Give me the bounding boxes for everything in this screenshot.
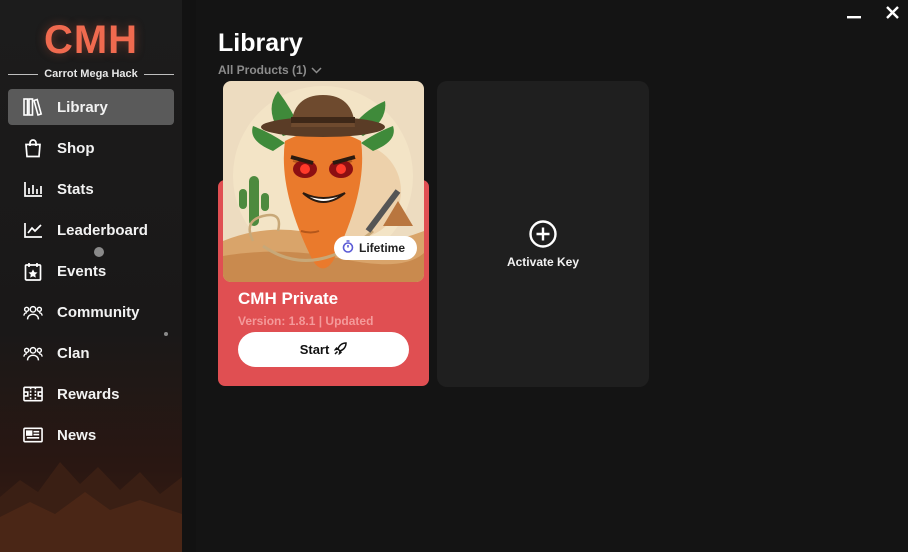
- shopping-bag-icon: [23, 138, 43, 158]
- sidebar-item-label: News: [57, 426, 97, 444]
- start-label: Start: [299, 342, 330, 357]
- minimize-button[interactable]: [844, 6, 864, 24]
- sidebar-item-community[interactable]: Community: [8, 294, 174, 330]
- sidebar-item-label: Rewards: [57, 385, 120, 403]
- sidebar-item-label: Leaderboard: [57, 221, 148, 239]
- users-group-icon: [23, 343, 43, 363]
- trend-line-icon: [23, 220, 43, 240]
- sidebar-item-news[interactable]: News: [8, 417, 174, 453]
- sidebar: CMH Carrot Mega Hack Library Shop Stats …: [0, 0, 182, 552]
- close-icon: [885, 6, 899, 24]
- bar-chart-icon: [23, 179, 43, 199]
- stopwatch-icon: [342, 240, 354, 256]
- sidebar-item-library[interactable]: Library: [8, 89, 174, 125]
- close-button[interactable]: [882, 6, 902, 24]
- books-icon: [23, 97, 43, 117]
- sidebar-item-clan[interactable]: Clan: [8, 335, 174, 371]
- app-logo: CMH: [43, 18, 139, 62]
- sidebar-item-label: Clan: [57, 344, 90, 362]
- products-filter-dropdown[interactable]: All Products (1): [218, 63, 322, 77]
- page-title: Library: [218, 29, 303, 57]
- badge-label: Lifetime: [359, 241, 406, 255]
- rocket-icon: [334, 341, 348, 358]
- sidebar-item-label: Events: [57, 262, 107, 280]
- activate-key-card[interactable]: Activate Key: [437, 81, 649, 387]
- lifetime-badge: Lifetime: [334, 236, 417, 260]
- filter-label: All Products (1): [218, 63, 307, 77]
- sidebar-item-events[interactable]: Events: [8, 253, 174, 289]
- sidebar-item-label: Library: [57, 98, 108, 116]
- sidebar-item-label: Shop: [57, 139, 95, 157]
- decorative-dot: [164, 332, 168, 336]
- calendar-star-icon: [23, 261, 43, 281]
- sidebar-item-label: Stats: [57, 180, 94, 198]
- decorative-dot: [94, 247, 104, 257]
- minimize-icon: [847, 6, 861, 24]
- start-button[interactable]: Start: [238, 332, 409, 367]
- app-subtitle: Carrot Mega Hack: [8, 66, 175, 82]
- sidebar-item-label: Community: [57, 303, 140, 321]
- chevron-down-icon: [311, 63, 322, 77]
- sidebar-nav: Library Shop Stats Leaderboard Events Co…: [8, 89, 174, 458]
- sidebar-item-rewards[interactable]: Rewards: [8, 376, 174, 412]
- sidebar-item-leaderboard[interactable]: Leaderboard: [8, 212, 174, 248]
- app-window: CMH Carrot Mega Hack Library Shop Stats …: [0, 0, 908, 552]
- main-content: Library All Products (1) Lifetime CMH Pr…: [182, 0, 908, 552]
- activate-key-label: Activate Key: [506, 255, 580, 269]
- product-name: CMH Private: [238, 289, 339, 308]
- users-group-icon: [23, 302, 43, 322]
- newspaper-icon: [23, 425, 43, 445]
- plus-circle-icon: [528, 219, 558, 249]
- sidebar-item-stats[interactable]: Stats: [8, 171, 174, 207]
- app-subtitle-text: Carrot Mega Hack: [44, 68, 138, 80]
- product-version: Version: 1.8.1 | Updated: [238, 314, 374, 328]
- sidebar-item-shop[interactable]: Shop: [8, 130, 174, 166]
- ticket-icon: [23, 384, 43, 404]
